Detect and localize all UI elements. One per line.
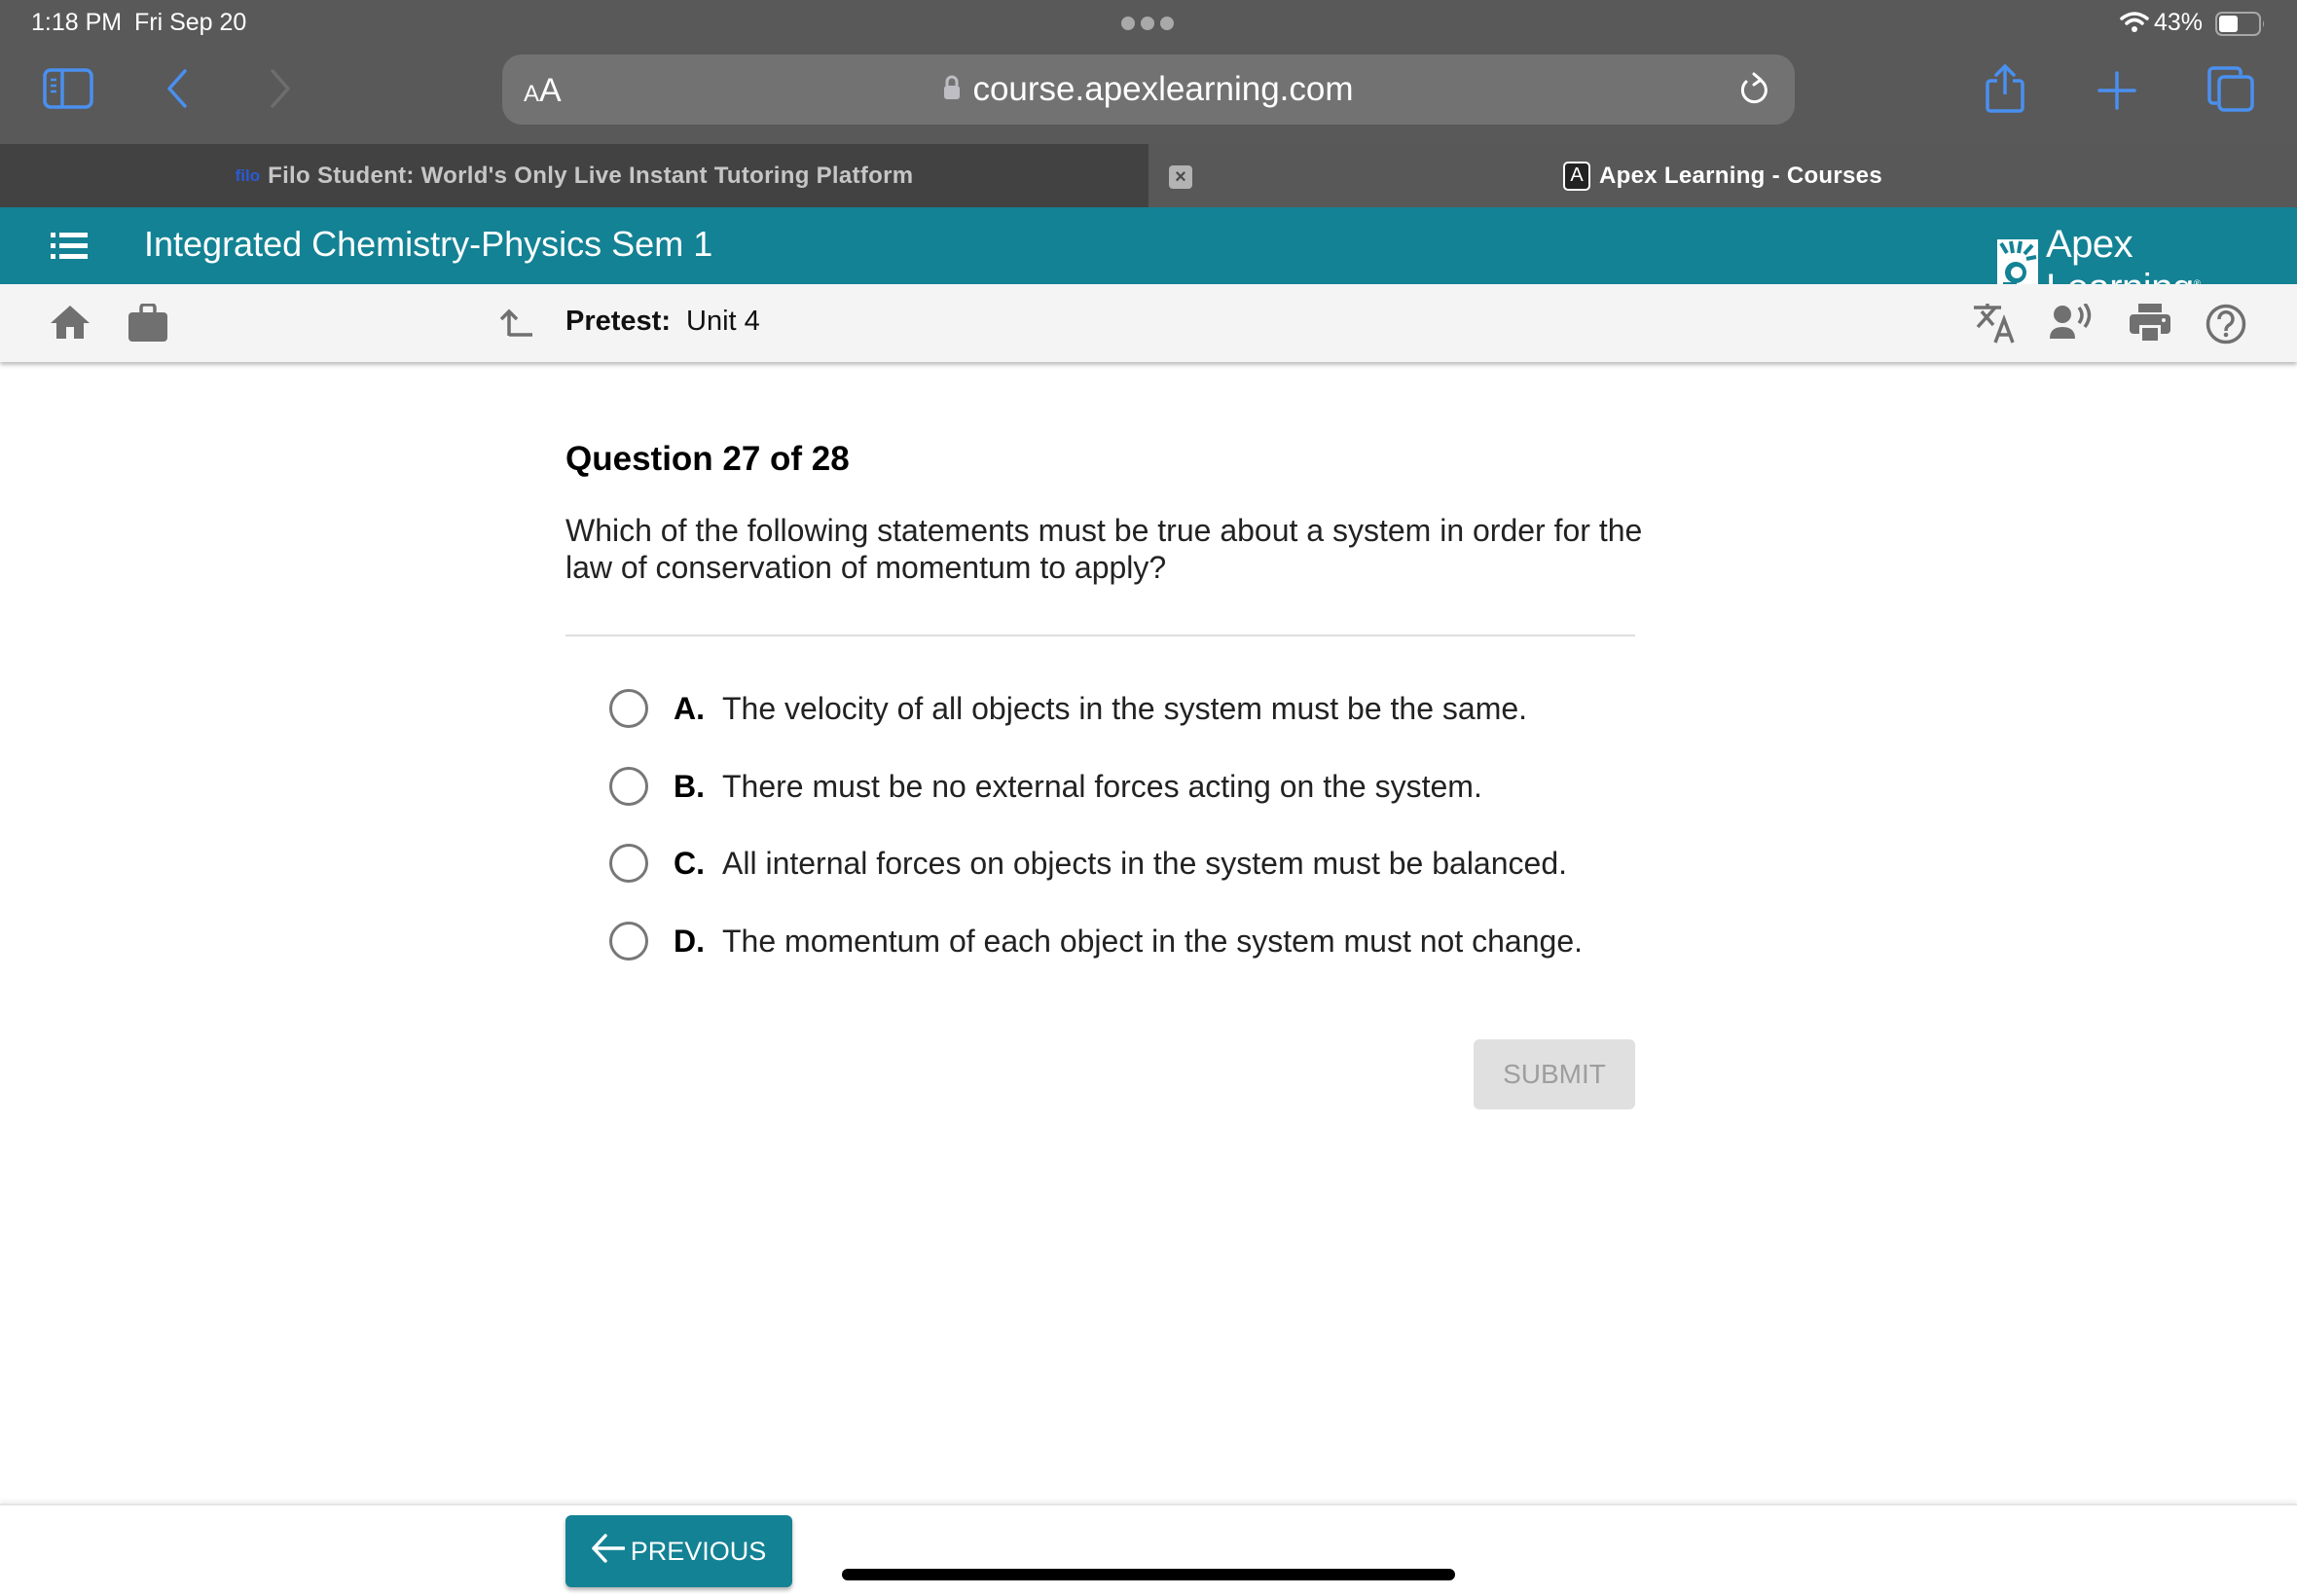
question-text: Which of the following statements must b… (565, 513, 1643, 585)
briefcase-icon[interactable] (128, 303, 167, 347)
question-divider (565, 635, 1635, 636)
battery-percent: 43% (2154, 9, 2204, 36)
forward-icon[interactable] (269, 68, 292, 114)
home-indicator-bar[interactable] (842, 1569, 1455, 1580)
radio-button[interactable] (609, 767, 648, 806)
radio-button[interactable] (609, 689, 648, 728)
submit-button[interactable]: SUBMIT (1474, 1039, 1635, 1109)
course-title: Integrated Chemistry-Physics Sem 1 (144, 224, 713, 264)
home-icon[interactable] (51, 305, 90, 345)
tabs-icon[interactable] (2207, 66, 2256, 118)
option-text: All internal forces on objects in the sy… (722, 845, 1567, 881)
battery-icon (2215, 12, 2266, 42)
previous-label: PREVIOUS (630, 1536, 767, 1566)
activity-toolbar: Pretest: Unit 4 (0, 284, 2297, 362)
multitasking-dots-icon[interactable] (1121, 17, 1174, 30)
translate-icon[interactable] (1972, 302, 2017, 349)
browser-chrome: 1:18 PM Fri Sep 20 43% AA course.apexlea… (0, 0, 2297, 144)
apex-favicon-icon: A (1563, 161, 1591, 191)
wifi-icon (2120, 11, 2149, 39)
option-letter: B. (674, 768, 705, 804)
url-display: course.apexlearning.com (0, 70, 2297, 109)
radio-button[interactable] (609, 922, 648, 961)
help-icon[interactable] (2206, 304, 2246, 349)
answer-option-c[interactable]: C. All internal forces on objects in the… (609, 834, 1567, 892)
arrow-left-icon (591, 1533, 626, 1570)
close-tab-icon[interactable]: × (1169, 165, 1192, 189)
lock-icon (943, 75, 961, 105)
tab-apex-learning[interactable]: A Apex Learning - Courses (1148, 144, 2297, 207)
up-arrow-icon[interactable] (499, 308, 534, 343)
option-letter: C. (674, 845, 705, 881)
question-title: Question 27 of 28 (565, 440, 850, 478)
breadcrumb-value: Unit 4 (686, 306, 760, 337)
tab-filo[interactable]: filo Filo Student: World's Only Live Ins… (0, 144, 1148, 207)
menu-list-icon[interactable] (51, 233, 88, 265)
breadcrumb-label: Pretest: (565, 306, 671, 337)
answer-option-d[interactable]: D. The momentum of each object in the sy… (609, 912, 1583, 970)
option-letter: A. (674, 690, 705, 726)
radio-button[interactable] (609, 844, 648, 883)
share-icon[interactable] (1985, 63, 2025, 119)
tab-label: Apex Learning - Courses (1599, 162, 1882, 189)
tab-label: Filo Student: World's Only Live Instant … (268, 162, 914, 189)
reload-icon[interactable] (1738, 71, 1769, 113)
previous-button[interactable]: PREVIOUS (565, 1515, 792, 1587)
url-text[interactable]: course.apexlearning.com (972, 70, 1353, 109)
sidebar-icon[interactable] (43, 68, 93, 114)
answer-option-a[interactable]: A. The velocity of all objects in the sy… (609, 679, 1527, 738)
new-tab-icon[interactable] (2097, 71, 2136, 115)
tab-bar: filo Filo Student: World's Only Live Ins… (0, 144, 2297, 207)
option-text: There must be no external forces acting … (722, 768, 1482, 804)
course-header: Integrated Chemistry-Physics Sem 1 Apex … (0, 207, 2297, 309)
status-time: 1:18 PM (31, 9, 123, 36)
filo-favicon-icon: filo (235, 165, 261, 185)
option-text: The momentum of each object in the syste… (722, 923, 1583, 959)
option-letter: D. (674, 923, 705, 959)
text-to-speech-icon[interactable] (2050, 302, 2095, 345)
print-icon[interactable] (2130, 304, 2170, 347)
status-date: Fri Sep 20 (134, 9, 247, 36)
answer-option-b[interactable]: B. There must be no external forces acti… (609, 757, 1482, 816)
text-size-button[interactable]: AA (524, 72, 562, 110)
option-text: The velocity of all objects in the syste… (722, 690, 1528, 726)
back-icon[interactable] (165, 68, 189, 114)
breadcrumb: Pretest: Unit 4 (565, 306, 760, 338)
footer-nav: PREVIOUS (0, 1504, 2297, 1596)
